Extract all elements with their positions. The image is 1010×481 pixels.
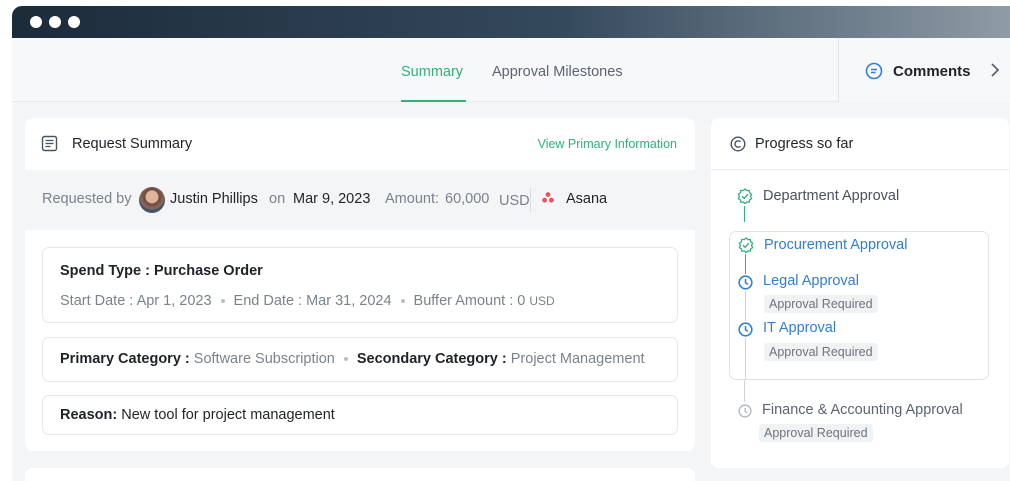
summary-header: Request Summary View Primary Information <box>25 118 695 170</box>
tab-approval-milestones[interactable]: Approval Milestones <box>492 64 623 80</box>
date-range: Start Date : Apr 1, 2023 End Date : Mar 3… <box>60 293 555 309</box>
primary-category-value: Software Subscription <box>193 351 335 367</box>
active-tab-indicator <box>401 100 466 102</box>
divider <box>530 188 531 212</box>
approval-required-badge: Approval Required <box>764 295 878 313</box>
requested-by-label: Requested by <box>42 191 132 207</box>
active-steps-group: Procurement Approval Legal Approval Appr… <box>729 231 989 380</box>
secondary-category-value: Project Management <box>510 351 645 367</box>
title-bar <box>12 6 1010 38</box>
approval-required-badge: Approval Required <box>764 343 878 361</box>
app-window: Summary Approval Milestones Comments Req… <box>12 6 1010 481</box>
amount-label: Amount: <box>385 191 439 207</box>
reason-box: Reason: New tool for project management <box>42 395 678 435</box>
amount-value: 60,000 <box>445 191 490 207</box>
step-connector <box>745 338 746 380</box>
step-connector <box>745 254 746 274</box>
check-badge-icon <box>738 237 754 258</box>
clock-icon <box>738 404 752 423</box>
step-procurement-approval[interactable]: Procurement Approval <box>764 237 907 253</box>
window-dot <box>68 16 80 28</box>
step-it-approval[interactable]: IT Approval <box>763 320 836 336</box>
step-connector <box>744 206 745 222</box>
step-department-approval[interactable]: Department Approval <box>763 188 899 204</box>
secondary-category-label: Secondary Category : <box>356 351 507 367</box>
category-box: Primary Category : Software Subscription… <box>42 337 678 382</box>
window-dot <box>30 16 42 28</box>
on-label: on <box>269 191 286 207</box>
check-badge-icon <box>737 188 753 209</box>
step-connector <box>744 380 745 402</box>
start-date: Start Date : Apr 1, 2023 <box>60 293 212 309</box>
separator-dot <box>220 299 225 304</box>
spend-type: Spend Type : Purchase Order <box>60 263 263 279</box>
reason: Reason: New tool for project management <box>60 407 335 423</box>
requester-name[interactable]: Justin Phillips <box>170 191 258 207</box>
approval-required-badge: Approval Required <box>759 424 873 442</box>
tab-summary[interactable]: Summary <box>401 64 463 80</box>
chat-bubble-icon <box>865 62 883 85</box>
spend-type-box: Spend Type : Purchase Order Start Date :… <box>42 247 678 323</box>
reason-value: New tool for project management <box>121 407 335 423</box>
separator-dot <box>343 357 348 362</box>
amount-currency: USD <box>499 193 530 209</box>
step-legal-approval[interactable]: Legal Approval <box>763 273 859 289</box>
request-summary-card: Request Summary View Primary Information… <box>25 118 695 451</box>
comments-button[interactable]: Comments <box>838 38 1010 102</box>
request-date: Mar 9, 2023 <box>293 191 371 207</box>
next-card <box>25 468 695 481</box>
document-icon <box>41 135 58 157</box>
chevron-right-icon[interactable] <box>989 62 1001 83</box>
comments-label: Comments <box>893 63 971 80</box>
progress-title: Progress so far <box>755 136 854 152</box>
window-dot <box>49 16 61 28</box>
summary-title: Request Summary <box>72 136 193 152</box>
end-date: End Date : Mar 31, 2024 <box>233 293 392 309</box>
progress-header: Progress so far <box>711 118 1009 170</box>
buffer-currency: USD <box>529 294 555 308</box>
primary-category-label: Primary Category : <box>60 351 190 367</box>
categories: Primary Category : Software Subscription… <box>60 351 645 367</box>
progress-card: Progress so far Department Approval Proc… <box>711 118 1009 468</box>
buffer-amount: Buffer Amount : 0 <box>413 293 526 309</box>
step-connector <box>745 291 746 321</box>
separator-dot <box>400 299 405 304</box>
reason-label: Reason: <box>60 407 118 423</box>
request-meta-bar: Requested by Justin Phillips on Mar 9, 2… <box>25 170 695 230</box>
step-finance-accounting-approval[interactable]: Finance & Accounting Approval <box>762 402 963 418</box>
view-primary-information-link[interactable]: View Primary Information <box>538 137 677 151</box>
progress-icon <box>730 136 746 157</box>
vendor-name: Asana <box>566 191 608 207</box>
avatar <box>139 187 165 213</box>
asana-logo-icon <box>542 191 554 207</box>
tab-bar: Summary Approval Milestones Comments <box>12 38 1010 102</box>
